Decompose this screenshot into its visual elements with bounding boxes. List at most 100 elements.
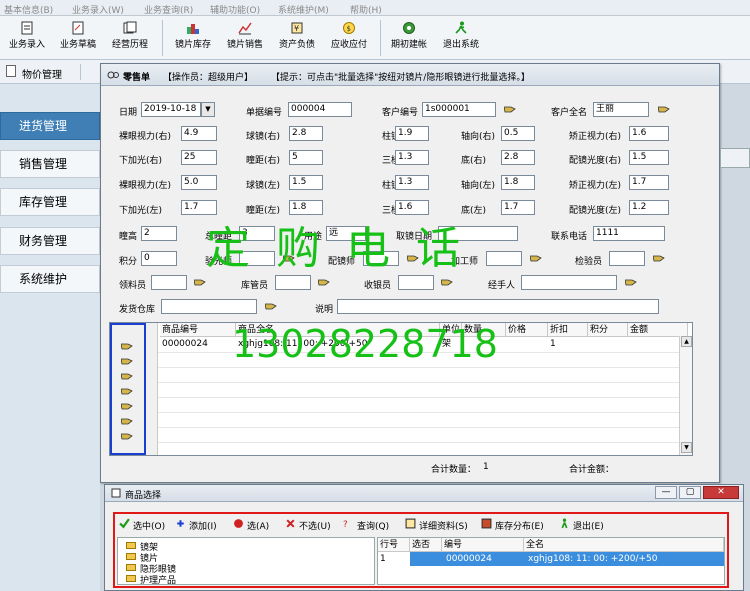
select-button-label: 退出(E) [573, 522, 604, 532]
grid-cell[interactable]: 1 [548, 337, 588, 351]
vision-field[interactable]: 1.5 [629, 150, 669, 165]
vision-field[interactable]: 2.8 [501, 150, 535, 165]
vision-field[interactable]: 1.5 [289, 175, 323, 190]
grid-cell[interactable]: 00000024 [160, 337, 236, 351]
minimize-button[interactable]: — [655, 486, 677, 499]
nav-inventory[interactable]: 库存管理 [0, 188, 100, 216]
select-button-label: 库存分布(E) [495, 522, 544, 532]
row-pointer-hand-icon[interactable] [121, 402, 133, 411]
nav-system[interactable]: 系统维护 [0, 265, 100, 293]
folder-icon [126, 575, 136, 582]
menu-system[interactable]: 系统维护(M) [278, 3, 329, 16]
date-dropdown-icon[interactable]: ▼ [201, 102, 215, 117]
nav-finance[interactable]: 财务管理 [0, 227, 100, 255]
lens-stock-button[interactable]: 镜片库存 [170, 18, 216, 58]
nav-sales[interactable]: 销售管理 [0, 150, 100, 178]
row-pointer-hand-icon[interactable] [121, 357, 133, 366]
assets-liabilities-button[interactable]: ¥ 资产负债 [274, 18, 320, 58]
subbar-separator [80, 64, 81, 80]
pointer-hand-icon[interactable] [441, 278, 453, 287]
grid-column-header: 积分 [588, 323, 628, 337]
category-tree: 镜架 镜片 隐形眼镜 护理产品 [117, 537, 375, 586]
vision-field[interactable]: 1.3 [395, 150, 429, 165]
window-title: 零售单 [123, 73, 151, 83]
grid-scrollbar[interactable]: ▲ ▼ [679, 336, 692, 455]
receivables-payables-button[interactable]: $ 应收应付 [326, 18, 372, 58]
vision-label: 轴向(左) [461, 181, 496, 191]
inspector-field[interactable] [609, 251, 645, 266]
row-pointer-hand-icon[interactable] [121, 417, 133, 426]
menu-bar: 基本信息(B) 业务录入(W) 业务查询(R) 辅助功能(O) 系统维护(M) … [0, 0, 750, 16]
grid-cell[interactable] [588, 337, 628, 351]
menu-business-query[interactable]: 业务查询(R) [144, 3, 193, 16]
date-field[interactable]: 2019-10-18 [141, 102, 201, 117]
menu-basic-info[interactable]: 基本信息(B) [4, 3, 53, 16]
vision-label: 瞳距(右) [246, 156, 281, 166]
close-button[interactable]: ✕ [703, 486, 739, 499]
menu-auxiliary[interactable]: 辅助功能(O) [210, 3, 260, 16]
vision-label: 下加光(右) [119, 156, 163, 166]
list-row-name: xghjg108: 11: 00: +200/+50 [528, 554, 658, 564]
grid-cell[interactable] [506, 337, 548, 351]
row-pointer-hand-icon[interactable] [121, 342, 133, 351]
handler-field[interactable] [521, 275, 617, 290]
price-management-tab[interactable]: 物价管理 [22, 66, 62, 81]
note-field[interactable] [337, 299, 659, 314]
warehouse-field[interactable] [161, 299, 257, 314]
vision-field[interactable]: 1.8 [501, 175, 535, 190]
row-pointer-hand-icon[interactable] [121, 387, 133, 396]
vision-field[interactable]: 1.7 [501, 200, 535, 215]
scroll-up-icon[interactable]: ▲ [681, 336, 692, 347]
business-draft-button[interactable]: 业务草稿 [56, 18, 100, 58]
row-pointer-hand-icon[interactable] [121, 432, 133, 441]
menu-help[interactable]: 帮助(H) [350, 3, 382, 16]
vision-field[interactable]: 2.8 [289, 126, 323, 141]
phone-field[interactable]: 1111 [593, 226, 665, 241]
custname-field[interactable]: 王丽 [593, 102, 649, 117]
nav-purchase[interactable]: 进货管理 [0, 112, 100, 140]
pointer-hand-icon[interactable] [530, 254, 542, 263]
docno-field[interactable]: 000004 [288, 102, 352, 117]
opening-account-button[interactable]: 期初建帐 [386, 18, 432, 58]
vision-field[interactable]: 1.2 [629, 200, 669, 215]
vision-field[interactable]: 4.9 [181, 126, 217, 141]
vision-field[interactable]: 25 [181, 150, 217, 165]
pointer-hand-icon[interactable] [504, 105, 516, 114]
vision-field[interactable]: 5.0 [181, 175, 217, 190]
row-pointer-hand-icon[interactable] [121, 372, 133, 381]
vision-field[interactable]: 1.9 [395, 126, 429, 141]
lens-sales-button[interactable]: 镜片销售 [222, 18, 268, 58]
pointer-hand-icon[interactable] [194, 278, 206, 287]
vision-field[interactable]: 1.3 [395, 175, 429, 190]
maximize-button[interactable]: ▢ [679, 486, 701, 499]
height-field[interactable]: 2 [141, 226, 177, 241]
scroll-down-icon[interactable]: ▼ [681, 442, 692, 453]
business-entry-button[interactable]: 业务录入 [6, 18, 48, 58]
cashier-field[interactable] [398, 275, 434, 290]
pointer-hand-icon[interactable] [658, 105, 670, 114]
vision-field[interactable]: 5 [289, 150, 323, 165]
business-history-button[interactable]: 经营历程 [108, 18, 152, 58]
vision-field[interactable]: 1.6 [629, 126, 669, 141]
exit-system-button[interactable]: 退出系统 [438, 18, 484, 58]
pointer-hand-icon[interactable] [318, 278, 330, 287]
details-icon [405, 518, 416, 529]
vision-field[interactable]: 1.7 [629, 175, 669, 190]
vision-label: 矫正视力(右) [569, 132, 622, 142]
col-code: 编号 [442, 538, 524, 552]
pointer-hand-icon[interactable] [265, 302, 277, 311]
total-qty-label: 合计数量： [431, 465, 477, 475]
points-field[interactable]: 0 [141, 251, 177, 266]
menu-business-entry[interactable]: 业务录入(W) [72, 3, 124, 16]
toolbar: 业务录入 业务草稿 经营历程 镜片库存 镜片销售 ¥ 资产负债 $ 应收应付 期… [0, 16, 750, 60]
keeper-field[interactable] [275, 275, 311, 290]
receiver-field[interactable] [151, 275, 187, 290]
custno-field[interactable]: 1s000001 [422, 102, 496, 117]
handler-label: 经手人 [488, 281, 516, 291]
processor-field[interactable] [486, 251, 522, 266]
height-label: 瞳高 [119, 232, 138, 242]
pointer-hand-icon[interactable] [653, 254, 665, 263]
vision-field[interactable]: 0.5 [501, 126, 535, 141]
pointer-hand-icon[interactable] [625, 278, 637, 287]
date-label: 日期 [119, 108, 138, 118]
